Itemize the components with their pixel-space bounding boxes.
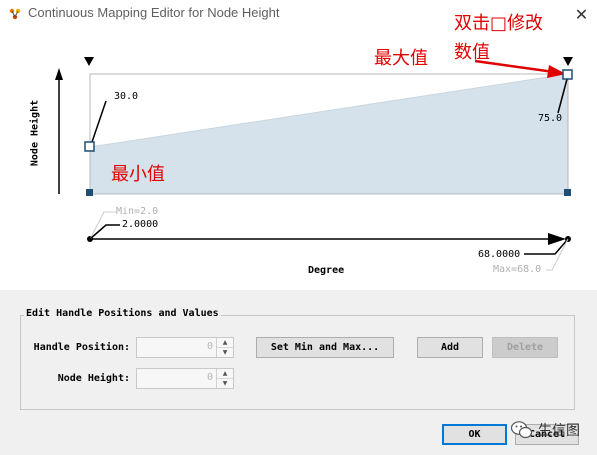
node-height-value: 0 [206,372,213,383]
right-point-value: 75.0 [538,113,563,124]
x-left-value[interactable]: 2.0000 [122,219,158,230]
spinner-down-icon[interactable]: ▼ [217,379,233,388]
ok-button[interactable]: OK [442,424,507,445]
handle-position-spinner[interactable]: 0 ▲ ▼ [136,337,234,358]
set-min-max-button[interactable]: Set Min and Max... [256,337,394,358]
annotation-double-click-line1: 双击□修改 [454,13,544,34]
left-range-marker[interactable] [84,57,94,66]
delete-button[interactable]: Delete [492,337,558,358]
node-height-arrows[interactable]: ▲ ▼ [216,369,233,388]
right-range-marker[interactable] [563,57,573,66]
right-bottom-handle[interactable] [564,189,571,196]
x-axis-label: Degree [308,265,345,276]
close-button[interactable]: ✕ [566,0,597,28]
window-title: Continuous Mapping Editor for Node Heigh… [28,5,280,20]
watermark: 生信图 [511,420,580,440]
left-point-value: 30.0 [114,91,139,102]
max-label: Max=68.0 [493,264,542,275]
x-left-leader [89,224,120,240]
handle-position-label: Handle Position: [33,342,130,353]
annotation-min-value: 最小值 [111,164,165,185]
spinner-up-icon[interactable]: ▲ [217,369,233,379]
node-height-spinner[interactable]: 0 ▲ ▼ [136,368,234,389]
watermark-name: 生信图 [538,423,580,439]
wechat-icon [511,421,533,439]
left-handle[interactable] [84,141,95,152]
node-height-label: Node Height: [57,373,130,384]
x-axis-arrow [548,233,566,245]
spinner-down-icon[interactable]: ▼ [217,348,233,357]
annotation-max-value: 最大值 [374,48,428,69]
left-value-leader [91,100,107,143]
handle-position-value: 0 [206,341,213,352]
y-axis-arrow [55,68,63,80]
right-handle[interactable] [562,69,573,80]
edit-handle-group [20,315,575,410]
edit-group-title: Edit Handle Positions and Values [24,308,221,319]
y-axis-label: Node Height [29,99,41,167]
min-label: Min=2.0 [116,206,159,217]
annotation-double-click-line2: 数值 [454,42,490,63]
spinner-up-icon[interactable]: ▲ [217,338,233,348]
x-right-value[interactable]: 68.0000 [478,249,520,260]
handle-position-arrows[interactable]: ▲ ▼ [216,338,233,357]
left-bottom-handle[interactable] [86,189,93,196]
close-icon: ✕ [574,4,589,24]
app-icon [9,8,21,20]
add-button[interactable]: Add [417,337,483,358]
